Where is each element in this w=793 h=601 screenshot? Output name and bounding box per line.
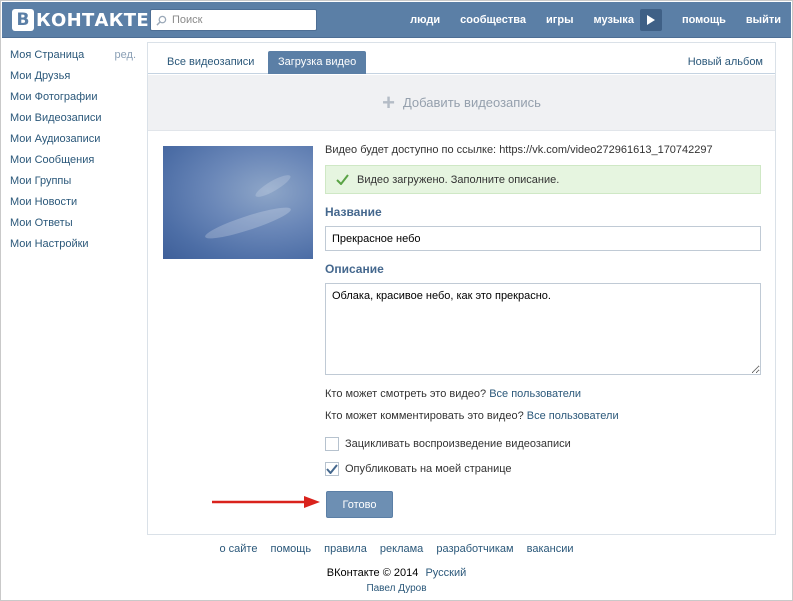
red-arrow-icon — [212, 496, 320, 508]
sidebar-item-audio[interactable]: Мои Аудиозаписи — [10, 132, 136, 153]
nav-music[interactable]: музыка — [593, 14, 633, 26]
comment-privacy-label: Кто может комментировать это видео? — [325, 410, 524, 422]
cloud-shape — [253, 171, 293, 201]
publish-checkbox-row[interactable]: Опубликовать на моей странице — [325, 460, 761, 477]
play-button[interactable] — [639, 9, 662, 31]
sidebar-item-messages[interactable]: Мои Сообщения — [10, 153, 136, 174]
publish-label: Опубликовать на моей странице — [345, 462, 512, 475]
video-upload-panel: Все видеозаписи Загрузка видео Новый аль… — [147, 42, 776, 535]
loop-label: Зацикливать воспроизведение видеозаписи — [345, 437, 571, 450]
done-button[interactable]: Готово — [326, 491, 393, 518]
video-form: Видео будет доступно по ссылке: https://… — [325, 144, 761, 477]
tab-upload-video[interactable]: Загрузка видео — [268, 51, 367, 74]
logo-text: КОНТАКТЕ — [36, 9, 149, 31]
search-input[interactable] — [172, 14, 312, 26]
language-link[interactable]: Русский — [425, 567, 466, 579]
nav-help[interactable]: помощь — [682, 14, 726, 26]
video-link-url[interactable]: https://vk.com/video272961613_170742297 — [499, 144, 712, 156]
nav-games[interactable]: игры — [546, 14, 573, 26]
title-input[interactable] — [325, 226, 761, 251]
play-icon — [646, 15, 655, 25]
sidebar-item-videos[interactable]: Мои Видеозаписи — [10, 111, 136, 132]
description-textarea[interactable]: Облака, красивое небо, как это прекрасно… — [325, 283, 761, 375]
vk-logo[interactable]: В КОНТАКТЕ — [12, 9, 149, 31]
nav-people[interactable]: люди — [410, 14, 440, 26]
copyright-line: ВКонтакте © 2014 Русский — [0, 567, 793, 579]
new-album-link[interactable]: Новый альбом — [688, 51, 763, 74]
video-link-line: Видео будет доступно по ссылке: https://… — [325, 144, 761, 156]
search-icon — [156, 15, 167, 26]
tab-bar: Все видеозаписи Загрузка видео Новый аль… — [148, 43, 775, 74]
top-nav: люди сообщества игры музыка помощь выйти — [390, 2, 781, 38]
description-label: Описание — [325, 262, 384, 276]
video-link-label: Видео будет доступно по ссылке: — [325, 144, 497, 156]
sidebar-item-photos[interactable]: Мои Фотографии — [10, 90, 136, 111]
copyright-text: ВКонтакте © 2014 — [326, 567, 419, 579]
top-header: В КОНТАКТЕ люди сообщества игры музыка п… — [2, 2, 791, 38]
footer-link-help[interactable]: помощь — [271, 543, 312, 555]
add-video-label: Добавить видеозапись — [402, 95, 541, 110]
view-privacy-label: Кто может смотреть это видео? — [325, 388, 487, 400]
add-video-button[interactable]: + Добавить видеозапись — [148, 75, 775, 131]
sidebar-item-news[interactable]: Мои Новости — [10, 195, 136, 216]
footer-links: о сайте помощь правила реклама разработч… — [0, 543, 793, 555]
sidebar-item-settings[interactable]: Мои Настройки — [10, 237, 136, 258]
comment-privacy-dropdown[interactable]: Все пользователи — [527, 410, 619, 422]
cloud-shape — [203, 202, 293, 244]
comment-privacy-row: Кто может комментировать это видео? Все … — [325, 410, 761, 426]
checkmark-icon — [326, 463, 338, 474]
success-text: Видео загружено. Заполните описание. — [357, 173, 560, 186]
view-privacy-dropdown[interactable]: Все пользователи — [489, 388, 581, 400]
success-message: Видео загружено. Заполните описание. — [325, 165, 761, 194]
footer-link-jobs[interactable]: вакансии — [527, 543, 574, 555]
sidebar-item-friends[interactable]: Мои Друзья — [10, 69, 136, 90]
plus-icon: + — [382, 89, 395, 115]
footer-link-ads[interactable]: реклама — [380, 543, 423, 555]
footer-link-rules[interactable]: правила — [324, 543, 367, 555]
sidebar-item-label: Моя Страница — [10, 49, 85, 61]
search-box[interactable] — [150, 9, 317, 31]
nav-communities[interactable]: сообщества — [460, 14, 526, 26]
loop-checkbox[interactable] — [325, 436, 339, 451]
video-thumbnail — [163, 146, 313, 259]
edit-link[interactable]: ред. — [115, 48, 136, 62]
check-icon — [336, 174, 349, 185]
nav-logout[interactable]: выйти — [746, 14, 781, 26]
logo-letter: В — [12, 9, 34, 31]
sidebar: Моя Страница ред. Мои Друзья Мои Фотогра… — [10, 48, 136, 258]
tab-all-videos[interactable]: Все видеозаписи — [157, 51, 264, 74]
title-label: Название — [325, 205, 382, 219]
footer-link-developers[interactable]: разработчикам — [436, 543, 513, 555]
footer-link-about[interactable]: о сайте — [219, 543, 257, 555]
view-privacy-row: Кто может смотреть это видео? Все пользо… — [325, 388, 761, 404]
sidebar-item-groups[interactable]: Мои Группы — [10, 174, 136, 195]
loop-checkbox-row[interactable]: Зацикливать воспроизведение видеозаписи — [325, 435, 761, 452]
publish-checkbox[interactable] — [325, 461, 339, 476]
sidebar-item-answers[interactable]: Мои Ответы — [10, 216, 136, 237]
author-link[interactable]: Павел Дуров — [0, 583, 793, 594]
sidebar-item-my-page[interactable]: Моя Страница ред. — [10, 48, 136, 69]
